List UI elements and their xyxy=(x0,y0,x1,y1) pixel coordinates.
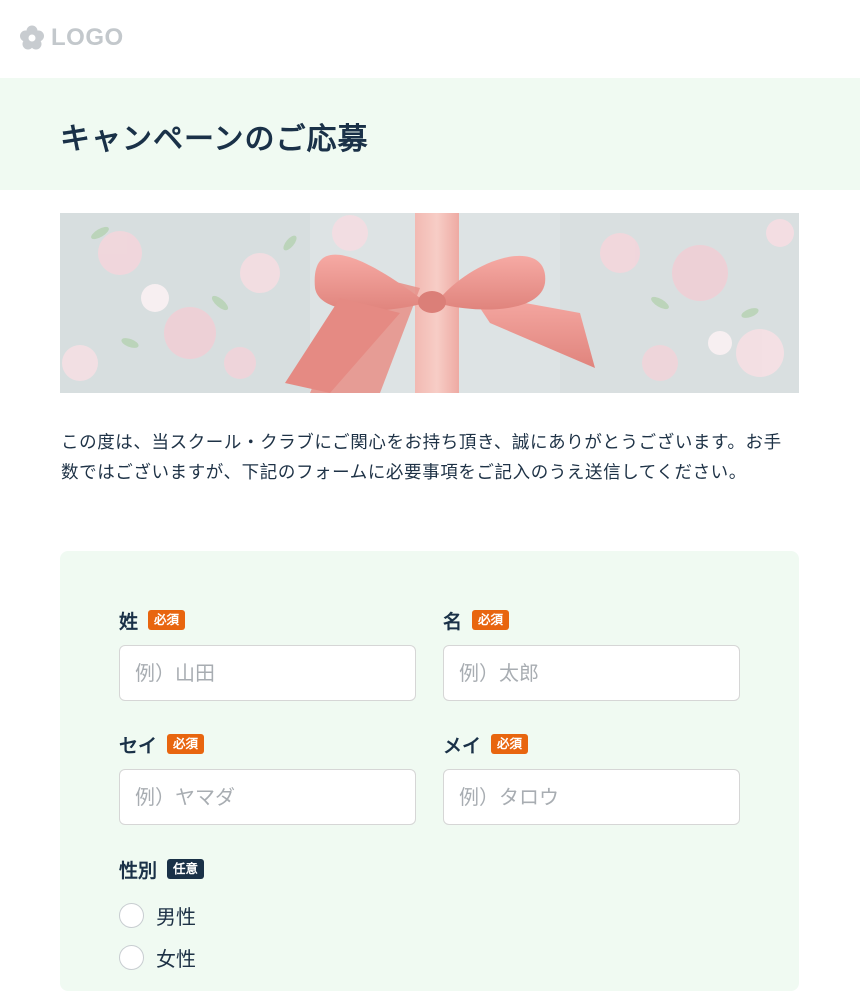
logo[interactable]: LOGO xyxy=(18,24,124,52)
hero-image xyxy=(60,213,799,393)
site-header: LOGO xyxy=(0,0,860,78)
last-name-input[interactable] xyxy=(119,645,416,701)
radio-button[interactable] xyxy=(119,903,144,928)
title-band: キャンペーンのご応募 xyxy=(0,78,860,190)
last-name-label: 姓 xyxy=(119,610,139,633)
last-name-kana-field: セイ 必須 xyxy=(119,732,416,825)
last-name-kana-input[interactable] xyxy=(119,769,416,825)
gender-option-female[interactable]: 女性 xyxy=(119,943,196,972)
gender-option-male[interactable]: 男性 xyxy=(119,901,196,930)
required-badge: 必須 xyxy=(148,610,186,630)
entry-form: 姓 必須 名 必須 セイ 必須 メイ 必須 性別 任意 男性 xyxy=(60,551,799,991)
radio-button[interactable] xyxy=(119,945,144,970)
first-name-kana-field: メイ 必須 xyxy=(443,732,740,825)
first-name-label: 名 xyxy=(443,610,463,633)
required-badge: 必須 xyxy=(167,734,205,754)
first-name-field: 名 必須 xyxy=(443,608,740,701)
intro-text: この度は、当スクール・クラブにご関心をお持ち頂き、誠にありがとうございます。お手… xyxy=(61,433,782,483)
logo-text: LOGO xyxy=(51,24,124,51)
page-title: キャンペーンのご応募 xyxy=(60,122,369,157)
optional-badge: 任意 xyxy=(167,859,205,879)
first-name-kana-label: メイ xyxy=(443,734,482,757)
gender-label: 性別 xyxy=(119,859,158,882)
gift-ribbon-image xyxy=(60,213,799,393)
flower-logo-icon xyxy=(20,25,44,50)
last-name-kana-label: セイ xyxy=(119,734,158,757)
last-name-field: 姓 必須 xyxy=(119,608,416,701)
required-badge: 必須 xyxy=(491,734,529,754)
gender-field: 性別 任意 xyxy=(119,857,416,882)
first-name-kana-input[interactable] xyxy=(443,769,740,825)
required-badge: 必須 xyxy=(472,610,510,630)
first-name-input[interactable] xyxy=(443,645,740,701)
gender-option-label: 女性 xyxy=(156,947,196,971)
gender-option-label: 男性 xyxy=(156,905,196,929)
